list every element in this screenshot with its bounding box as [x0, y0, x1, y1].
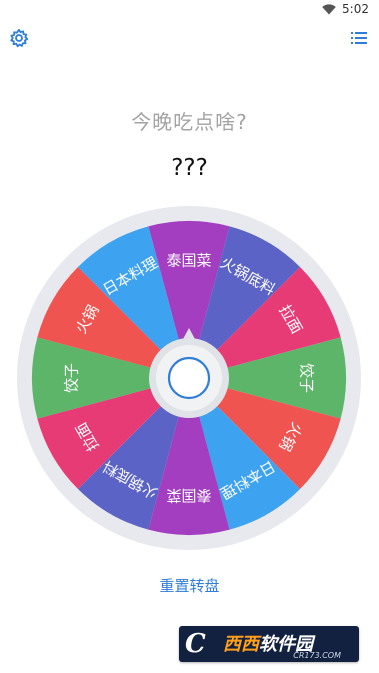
wheel-segment-label: 饺子 — [63, 363, 81, 393]
result-text: ??? — [171, 155, 208, 181]
status-time: 5:02 — [342, 2, 369, 16]
watermark-letter: C — [185, 629, 206, 659]
reset-wheel-button[interactable]: 重置转盘 — [0, 575, 379, 596]
wifi-icon — [322, 3, 336, 15]
wheel-segment-label: 泰国菜 — [166, 252, 211, 270]
wheel-segment-label: 泰国菜 — [166, 487, 211, 505]
watermark-sub: CR173.COM — [293, 651, 341, 660]
wheel-graphic: 泰国菜 火锅底料拉面饺子火锅日本料理泰国菜火锅底料拉面饺子火锅日本料理 — [17, 206, 361, 550]
wheel-segment-label: 饺子 — [298, 363, 316, 393]
spin-wheel[interactable]: 泰国菜 火锅底料 拉面 饺子 火锅 日本料理 泰国菜 火锅底料 拉面 饺子 火锅 日本料理 — [14, 203, 364, 553]
prompt-text: 今晚吃点啥? — [131, 110, 248, 134]
status-right: 5:02 — [322, 2, 369, 16]
spin-button[interactable] — [167, 356, 211, 400]
status-bar: 5:02 — [0, 0, 379, 22]
list-icon[interactable] — [349, 28, 369, 48]
gear-icon[interactable] — [9, 28, 29, 48]
watermark-logo: C 西西软件园 CR173.COM — [179, 626, 359, 662]
